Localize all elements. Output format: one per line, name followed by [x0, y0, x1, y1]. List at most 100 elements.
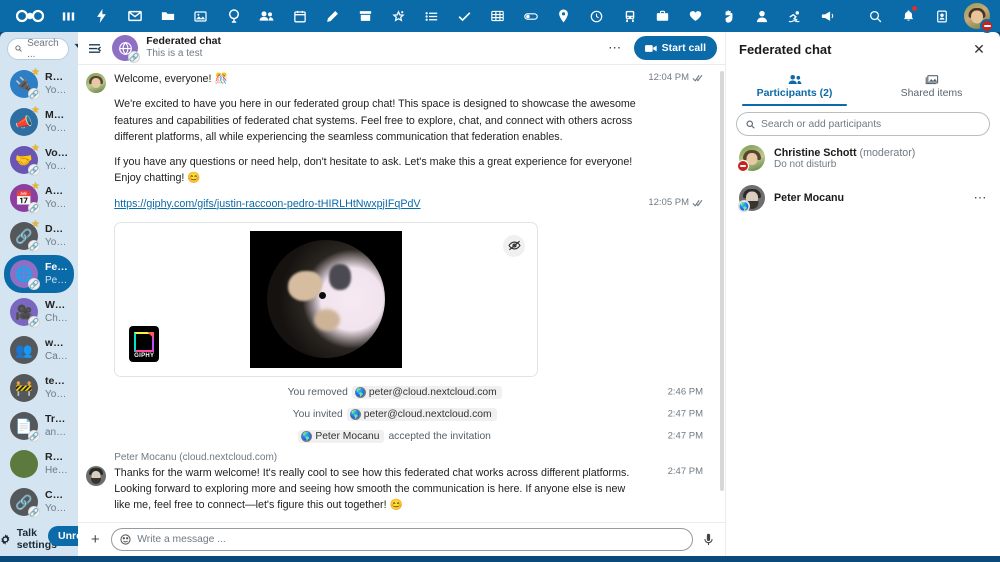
federated-avatar-icon: 🌎	[350, 409, 361, 420]
conversation-item[interactable]: 🔌★🔗Review session speechYou: Wireframe_B…	[4, 65, 74, 103]
conversation-item[interactable]: 🎥🔗Webinar: Boost your team's p...Christi…	[4, 293, 74, 331]
link-badge-icon: 🔗	[28, 506, 40, 518]
conversation-subtitle: andy joined the conversation	[45, 426, 68, 439]
conversation-title: Annual Virtual Conference	[45, 185, 68, 198]
conversation-text: Chat room for eventYou: ... joined the c…	[45, 489, 68, 515]
list-item[interactable]: Christine Schott (moderator) Do not dist…	[726, 138, 1000, 178]
cospend-icon[interactable]	[646, 0, 679, 32]
participant-actions-icon[interactable]: ⋯	[970, 188, 990, 208]
favorite-star-icon: ★	[31, 144, 40, 154]
conversation-text: testing areaYou: New whiteboard.whiteboa…	[45, 375, 68, 401]
system-timestamp: 2:47 PM	[668, 431, 703, 442]
notes-icon[interactable]	[316, 0, 349, 32]
weather-icon[interactable]	[580, 0, 613, 32]
details-sidebar: Federated chat ✕ Participants (2) Shared…	[725, 32, 1000, 556]
photos-icon[interactable]	[184, 0, 217, 32]
conversation-list[interactable]: 🔌★🔗Review session speechYou: Wireframe_B…	[0, 65, 78, 522]
tab-participants-label: Participants (2)	[757, 87, 833, 99]
nextcloud-logo[interactable]	[8, 0, 52, 32]
appointments-icon[interactable]	[712, 0, 745, 32]
avatar	[86, 466, 106, 486]
list-item[interactable]: 🌎 Peter Mocanu ⋯	[726, 178, 1000, 218]
conversation-text: Ros ChristyHello Christine!	[45, 451, 68, 477]
conversation-item[interactable]: 🌐🔗Federated chatPeter: Thanks for the wa…	[4, 255, 74, 293]
maps-icon[interactable]	[547, 0, 580, 32]
participant-info: Peter Mocanu	[774, 192, 844, 204]
page-title: Federated chat	[146, 35, 221, 48]
dashboard-icon[interactable]	[52, 0, 85, 32]
assistant-icon[interactable]	[382, 0, 415, 32]
collapse-sidebar-icon[interactable]	[84, 36, 104, 60]
timestamp-value: 12:05 PM	[648, 196, 689, 210]
avatar	[739, 145, 765, 171]
conversation-title: Travel to Japan.md	[45, 413, 68, 426]
tab-shared-items-label: Shared items	[901, 87, 963, 99]
contacts-menu-icon[interactable]	[925, 0, 958, 32]
conversation-item[interactable]: 🔗🔗Chat room for eventYou: ... joined the…	[4, 483, 74, 521]
forms-icon[interactable]	[514, 0, 547, 32]
system-message: 🌎 Peter Mocanu accepted the invitation 2…	[78, 430, 725, 443]
chat-avatar: 🔗	[112, 35, 138, 61]
conversation-item[interactable]: Ros ChristyHello Christine!	[4, 445, 74, 483]
tasks-icon[interactable]	[415, 0, 448, 32]
link-badge-icon: 🔗	[28, 240, 40, 252]
conversation-item[interactable]: 🔗★🔗Design TeamYou: team, here's the cale…	[4, 217, 74, 255]
talk-icon[interactable]	[217, 0, 250, 32]
conversation-avatar: 👥	[10, 336, 38, 364]
announcements-icon[interactable]	[811, 0, 844, 32]
health-icon[interactable]	[679, 0, 712, 32]
news-icon[interactable]	[613, 0, 646, 32]
microphone-icon[interactable]	[700, 528, 716, 552]
conversation-title: Review session speech	[45, 71, 68, 84]
conversation-item[interactable]: 🤝★🔗Volunteer coordinationYou: So excitin…	[4, 141, 74, 179]
conversation-item[interactable]: 📄🔗Travel to Japan.mdandy joined the conv…	[4, 407, 74, 445]
add-attachment-icon[interactable]: +	[86, 528, 104, 552]
conversation-item[interactable]: 📅★🔗Annual Virtual ConferenceYou: Another…	[4, 179, 74, 217]
conversation-avatar: 🚧	[10, 374, 38, 402]
giphy-attachment-card[interactable]: GIPHY	[114, 222, 538, 377]
mail-icon[interactable]	[118, 0, 151, 32]
gif-shape	[329, 264, 351, 290]
giphy-link[interactable]: https://giphy.com/gifs/justin-raccoon-pe…	[114, 198, 420, 210]
collectives-icon[interactable]	[349, 0, 382, 32]
search-input[interactable]: Search ...	[7, 38, 69, 60]
participants-icon	[788, 74, 802, 85]
system-message-text: 🌎 Peter Mocanu accepted the invitation	[298, 430, 491, 443]
tables-icon[interactable]	[481, 0, 514, 32]
sports-icon[interactable]	[778, 0, 811, 32]
more-actions-icon[interactable]: ⋯	[604, 37, 626, 59]
user-avatar[interactable]	[964, 3, 990, 29]
profile-icon[interactable]	[745, 0, 778, 32]
conversation-subtitle: You: team, here's the calendar ...	[45, 236, 68, 249]
topbar-right-controls	[859, 0, 992, 32]
search-icon[interactable]	[859, 0, 892, 32]
conversation-item[interactable]: 🚧 testing areaYou: New whiteboard.whitebo…	[4, 369, 74, 407]
tab-shared-items[interactable]: Shared items	[863, 66, 1000, 106]
gif-preview[interactable]	[250, 231, 402, 368]
start-call-button[interactable]: Start call	[634, 36, 717, 60]
tab-participants[interactable]: Participants (2)	[726, 66, 863, 106]
conversation-item[interactable]: 👥whiteboardCall with Christine Schott an…	[4, 331, 74, 369]
chat-header: 🔗 Federated chat This is a test ⋯ Start …	[78, 32, 725, 65]
participant-search-input[interactable]: Search or add participants	[736, 112, 990, 136]
conversation-item[interactable]: 📣★MarketingYou removed Malik Santiago	[4, 103, 74, 141]
unread-mentions-badge[interactable]: Unread mentions	[48, 526, 78, 546]
message-input[interactable]: Write a message ...	[111, 528, 693, 551]
favorite-star-icon: ★	[31, 182, 40, 192]
files-icon[interactable]	[151, 0, 184, 32]
hide-preview-icon[interactable]	[503, 235, 525, 257]
calendar-icon[interactable]	[283, 0, 316, 32]
gear-icon	[0, 534, 11, 545]
message-scroll-area[interactable]: Welcome, everyone! 🎊 12:04 PM We're exci…	[78, 65, 725, 522]
activity-icon[interactable]	[85, 0, 118, 32]
notifications-icon[interactable]	[892, 0, 925, 32]
emoji-picker-icon[interactable]	[120, 534, 131, 545]
contacts-icon[interactable]	[250, 0, 283, 32]
conversation-avatar-glyph: 🚧	[15, 381, 32, 395]
conversation-text: MarketingYou removed Malik Santiago	[45, 109, 68, 135]
close-icon[interactable]: ✕	[968, 38, 990, 60]
message-content: If you have any questions or need help, …	[114, 156, 632, 184]
checkmark-icon[interactable]	[448, 0, 481, 32]
app-navigation-icons	[52, 0, 844, 32]
conversation-avatar	[10, 450, 38, 478]
